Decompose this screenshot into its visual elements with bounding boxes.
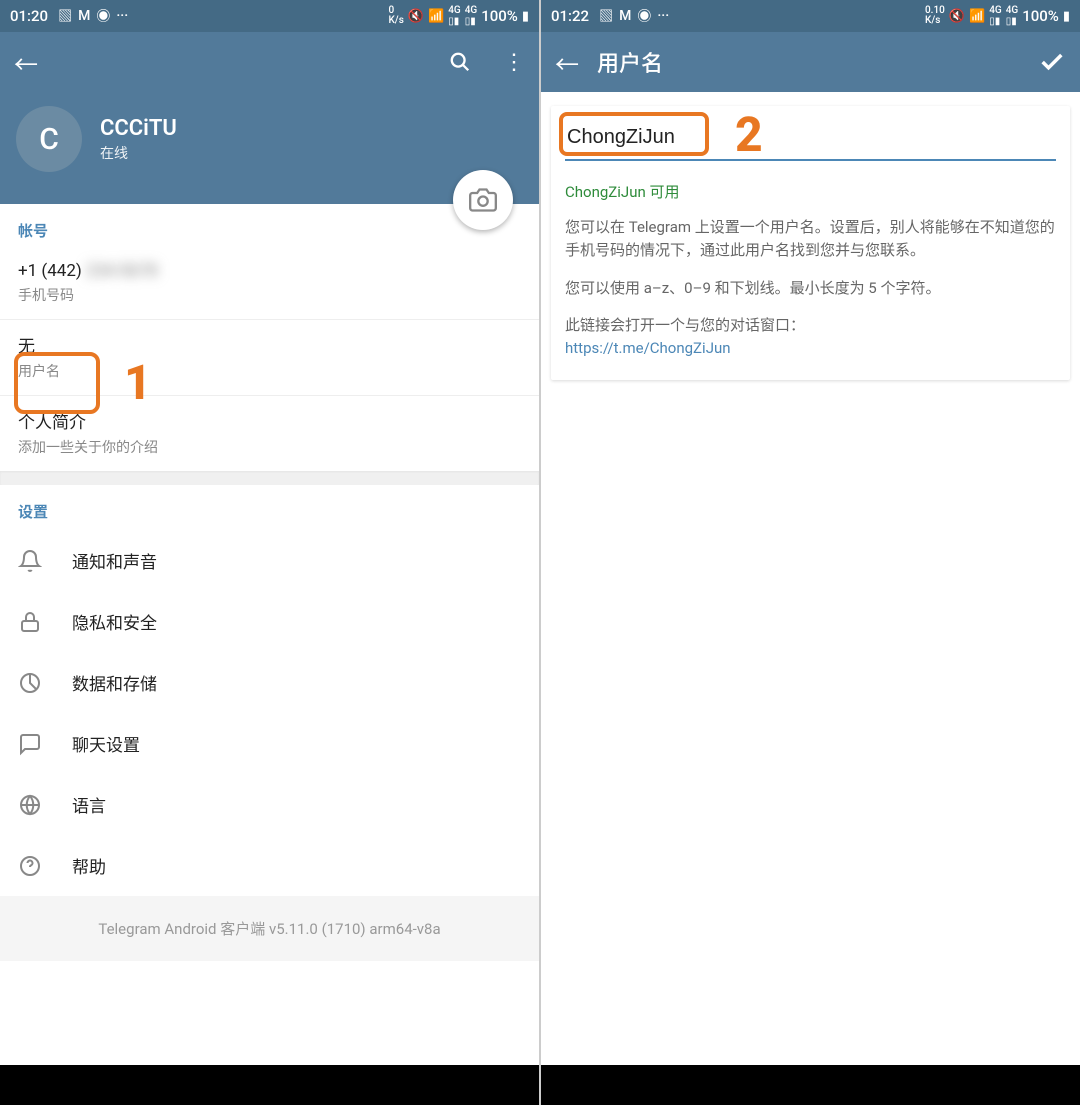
setting-label: 聊天设置 [72,731,140,756]
mail-icon: M [78,8,90,24]
mail-icon: M [619,8,631,24]
setting-notifications[interactable]: 通知和声音 [0,530,539,591]
status-icons-left: ▧ M ◉ ··· [58,6,128,26]
bio-row[interactable]: 个人简介 添加一些关于你的介绍 [0,395,539,471]
phone-number-prefix: +1 (442) [18,261,82,281]
annotation-1-label: 1 [124,354,152,411]
clock: 01:22 [551,7,589,25]
net-speed: 0 K/s [388,6,403,26]
username-value: 无 [18,332,521,357]
more-menu-button[interactable]: ⋮ [503,50,525,75]
status-icons-right: 0.10 K/s 🔇 📶 4G▯▮ 4G▯▮ 100% ▮ [925,5,1070,27]
setting-data[interactable]: 数据和存储 [0,652,539,713]
pie-icon [18,671,46,695]
phone-row[interactable]: +1 (442) 234-5678 手机号码 [0,249,539,319]
username-row[interactable]: 无 用户名 [0,319,539,395]
availability-text: ChongZiJun 可用 [565,181,1056,202]
phone-number-blurred: 234-5678 [86,261,158,281]
search-button[interactable] [449,51,471,73]
battery-icon: ▮ [1063,9,1070,24]
profile-name: CCCiTU [100,116,177,141]
phone-left-settings: 01:20 ▧ M ◉ ··· 0 K/s 🔇 📶 4G▯▮ 4G▯▮ 100%… [0,0,539,1105]
status-bar: 01:20 ▧ M ◉ ··· 0 K/s 🔇 📶 4G▯▮ 4G▯▮ 100%… [0,0,539,32]
mute-icon: 🔇 [408,9,424,24]
phone-label: 手机号码 [18,285,521,305]
back-button[interactable]: ← [555,45,579,80]
nav-bar [541,1065,1080,1105]
bell-icon [18,549,46,573]
4g-icon-2: 4G▯▮ [465,5,478,27]
image-icon: ▧ [58,6,72,26]
desc-2: 您可以使用 a–z、0–9 和下划线。最小长度为 5 个字符。 [565,277,1056,300]
image-icon: ▧ [599,6,613,26]
appbar-title: 用户名 [597,46,1020,78]
more-icon: ··· [657,8,669,24]
app-bar-username: ← 用户名 [541,32,1080,92]
username-input[interactable] [565,120,1056,161]
desc-3-text: 此链接会打开一个与您的对话窗口： [565,316,805,334]
setting-label: 数据和存储 [72,670,157,695]
4g-icon-1: 4G▯▮ [448,5,461,27]
battery-pct: 100% [481,7,518,25]
username-label: 用户名 [18,361,521,381]
mute-icon: 🔇 [949,9,965,24]
chat-bubble-icon [18,732,46,756]
setting-label: 帮助 [72,853,106,878]
chat-icon: ◉ [637,6,651,26]
desc-3: 此链接会打开一个与您的对话窗口： https://t.me/ChongZiJun [565,314,1056,361]
username-link[interactable]: https://t.me/ChongZiJun [565,339,731,357]
setting-label: 通知和声音 [72,548,157,573]
bio-title: 个人简介 [18,408,521,433]
setting-chat[interactable]: 聊天设置 [0,713,539,774]
setting-label: 隐私和安全 [72,609,157,634]
bio-sub: 添加一些关于你的介绍 [18,437,521,457]
battery-pct: 100% [1022,7,1059,25]
status-bar: 01:22 ▧ M ◉ ··· 0.10 K/s 🔇 📶 4G▯▮ 4G▯▮ 1… [541,0,1080,32]
profile-status: 在线 [100,143,177,163]
net-speed: 0.10 K/s [925,6,945,26]
globe-icon [18,793,46,817]
settings-section-title: 设置 [0,485,539,530]
phone-right-username: 01:22 ▧ M ◉ ··· 0.10 K/s 🔇 📶 4G▯▮ 4G▯▮ 1… [541,0,1080,1105]
wifi-icon: 📶 [969,9,985,24]
desc-1: 您可以在 Telegram 上设置一个用户名。设置后，别人将能够在不知道您的手机… [565,216,1056,263]
app-version: Telegram Android 客户端 v5.11.0 (1710) arm6… [0,896,539,961]
wifi-icon: 📶 [428,9,444,24]
profile-header: C CCCiTU 在线 [0,92,539,204]
username-form: 2 ChongZiJun 可用 您可以在 Telegram 上设置一个用户名。设… [541,92,1080,1065]
lock-icon [18,610,46,634]
help-icon [18,854,46,878]
camera-button[interactable] [453,170,513,230]
4g-icon-1: 4G▯▮ [989,5,1002,27]
chat-icon: ◉ [96,6,110,26]
clock: 01:20 [10,7,48,25]
app-bar: ← ⋮ [0,32,539,92]
setting-help[interactable]: 帮助 [0,835,539,896]
more-icon: ··· [116,8,128,24]
confirm-button[interactable] [1038,48,1066,76]
battery-icon: ▮ [522,9,529,24]
back-button[interactable]: ← [14,45,38,80]
setting-privacy[interactable]: 隐私和安全 [0,591,539,652]
status-icons-right: 0 K/s 🔇 📶 4G▯▮ 4G▯▮ 100% ▮ [388,5,529,27]
setting-label: 语言 [72,792,106,817]
status-icons-left: ▧ M ◉ ··· [599,6,669,26]
account-section: 帐号 +1 (442) 234-5678 手机号码 无 用户名 个人简介 添加一… [0,204,539,471]
annotation-2-label: 2 [735,106,763,163]
nav-bar [0,1065,539,1105]
4g-icon-2: 4G▯▮ [1006,5,1019,27]
setting-language[interactable]: 语言 [0,774,539,835]
settings-section: 设置 通知和声音 隐私和安全 数据和存储 聊天设置 [0,485,539,896]
section-divider [0,471,539,485]
avatar[interactable]: C [16,106,82,172]
